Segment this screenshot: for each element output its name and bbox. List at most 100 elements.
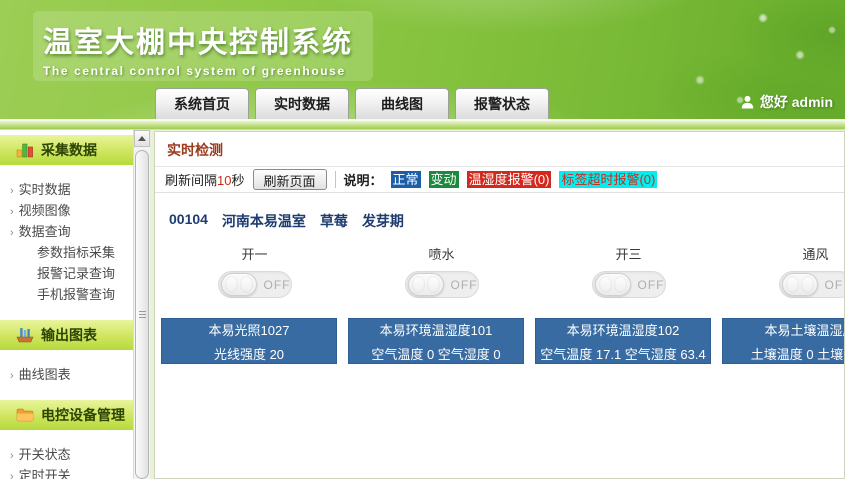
main-nav: 系统首页 实时数据 曲线图 报警状态 <box>155 88 549 119</box>
tab-realtime-data[interactable]: 实时数据 <box>255 88 349 119</box>
bar-chart-3d-icon <box>16 142 34 158</box>
switch-label: 开三 <box>615 244 641 263</box>
switch-label: 通风 <box>802 244 828 263</box>
title-plate: 温室大棚中央控制系统 The central control system of… <box>33 11 373 81</box>
app-title: 温室大棚中央控制系统 <box>43 19 359 61</box>
sensor-card-reading: 空气温度 0 空气湿度 0 <box>371 344 500 363</box>
tab-alarm-status[interactable]: 报警状态 <box>455 88 549 119</box>
toggle-state-label: OFF <box>638 278 665 292</box>
sidebar-item-phone-alarm-query[interactable]: 手机报警查询 <box>0 284 133 305</box>
sidebar-items-output: ›曲线图表 <box>0 352 133 389</box>
main-content-area: 实时检测 刷新间隔10秒 刷新页面 说明： 正常 变动 温湿度报警(0) 标签超… <box>150 130 845 479</box>
refresh-interval-prefix: 刷新间隔 <box>165 173 217 188</box>
legend-label: 说明： <box>344 170 383 189</box>
header-divider-bar <box>0 121 845 130</box>
legend-tag-timeout-alarm: 标签超时报警(0) <box>559 171 657 188</box>
scrollbar-thumb[interactable] <box>135 150 149 479</box>
page-body: 采集数据 ›实时数据 ›视频图像 ›数据查询 参数指标采集 报警记录查询 手机报… <box>0 130 845 479</box>
refresh-page-button[interactable]: 刷新页面 <box>253 169 327 190</box>
sidebar-section-device-management[interactable]: 电控设备管理 <box>0 399 133 432</box>
tab-curve-chart[interactable]: 曲线图 <box>355 88 449 119</box>
sidebar-section-title: 输出图表 <box>41 325 97 345</box>
toggle-switch-spray[interactable]: OFF <box>405 271 479 298</box>
sidebar-item-label: 曲线图表 <box>19 367 71 382</box>
folder-icon <box>16 407 34 423</box>
sensor-card-env-102: 本易环境温湿度102 空气温度 17.1 空气湿度 63.4 <box>535 318 711 364</box>
chevron-right-icon: › <box>10 471 14 479</box>
toggle-switch-open3[interactable]: OFF <box>592 271 666 298</box>
sidebar-items-device: › 开关状态 › 定时开关 <box>0 432 133 479</box>
refresh-interval-suffix: 秒 <box>231 173 244 188</box>
sidebar-item-label: 开关状态 <box>19 447 71 462</box>
sidebar-scrollbar[interactable] <box>133 130 150 479</box>
sensor-card-reading: 光线强度 20 <box>214 344 284 363</box>
sensor-card-soil: 本易土壤温湿度 土壤温度 0 土壤湿度 <box>722 318 845 364</box>
chevron-right-icon: › <box>10 227 14 239</box>
toggle-switch-ventilation[interactable]: OFF <box>779 271 845 298</box>
sidebar-item-label: 数据查询 <box>19 224 71 239</box>
sidebar-section-collect-data[interactable]: 采集数据 <box>0 134 133 167</box>
page-title: 实时检测 <box>167 142 223 158</box>
sensor-card-reading: 土壤温度 0 土壤湿度 <box>751 344 845 363</box>
switch-row: 开一 OFF 喷水 OFF 开三 <box>155 244 844 298</box>
toggle-state-label: OFF <box>264 278 291 292</box>
toolbar-divider <box>335 171 336 188</box>
toggle-state-label: OFF <box>825 278 845 292</box>
sensor-card-title: 本易环境温湿度102 <box>567 320 680 339</box>
sensor-card-title: 本易环境温湿度101 <box>380 320 493 339</box>
greenhouse-stage: 发芽期 <box>362 211 404 231</box>
sidebar: 采集数据 ›实时数据 ›视频图像 ›数据查询 参数指标采集 报警记录查询 手机报… <box>0 130 133 479</box>
switch-column-open3: 开三 OFF <box>535 244 722 298</box>
chevron-right-icon: › <box>10 450 14 462</box>
greenhouse-name: 河南本易温室 <box>222 211 306 231</box>
sidebar-item-label: 参数指标采集 <box>37 245 115 260</box>
main-panel: 实时检测 刷新间隔10秒 刷新页面 说明： 正常 变动 温湿度报警(0) 标签超… <box>154 131 845 479</box>
refresh-interval-text: 刷新间隔10秒 <box>165 170 245 189</box>
page-title-row: 实时检测 <box>155 132 844 167</box>
sidebar-item-param-collect[interactable]: 参数指标采集 <box>0 242 133 263</box>
toolbar: 刷新间隔10秒 刷新页面 说明： 正常 变动 温湿度报警(0) 标签超时报警(0… <box>155 167 844 193</box>
sidebar-item-alarm-record-query[interactable]: 报警记录查询 <box>0 263 133 284</box>
sidebar-item-label: 实时数据 <box>19 182 71 197</box>
switch-label: 开一 <box>241 244 267 263</box>
up-arrow-icon <box>138 136 146 141</box>
sidebar-item-realtime-data[interactable]: ›实时数据 <box>0 179 133 200</box>
toggle-switch-open1[interactable]: OFF <box>218 271 292 298</box>
greenhouse-id: 00104 <box>169 211 208 231</box>
toggle-knob[interactable] <box>408 273 444 296</box>
sidebar-item-label: 视频图像 <box>19 203 71 218</box>
sidebar-item-video-image[interactable]: › 视频图像 <box>0 200 133 221</box>
sensor-card-title: 本易光照1027 <box>209 320 290 339</box>
greenhouse-crop: 草莓 <box>320 211 348 231</box>
switch-column-open1: 开一 OFF <box>161 244 348 298</box>
app-header: 温室大棚中央控制系统 The central control system of… <box>0 0 845 121</box>
toggle-knob[interactable] <box>595 273 631 296</box>
refresh-interval-value: 10 <box>217 173 231 188</box>
sidebar-item-timer-switch[interactable]: › 定时开关 <box>0 465 133 479</box>
sensor-card-env-101: 本易环境温湿度101 空气温度 0 空气湿度 0 <box>348 318 524 364</box>
user-icon <box>741 95 754 109</box>
sidebar-items-collect: ›实时数据 › 视频图像 › 数据查询 参数指标采集 报警记录查询 手机报警查询 <box>0 167 133 309</box>
sidebar-item-label: 手机报警查询 <box>37 287 115 302</box>
sidebar-section-title: 采集数据 <box>41 140 97 160</box>
legend-tag-temp-humidity-alarm: 温湿度报警(0) <box>467 171 552 188</box>
sidebar-item-label: 定时开关 <box>19 468 71 479</box>
tab-system-home[interactable]: 系统首页 <box>155 88 249 119</box>
sidebar-item-switch-status[interactable]: › 开关状态 <box>0 444 133 465</box>
chart-output-icon <box>16 327 34 343</box>
sidebar-item-curve-charts[interactable]: ›曲线图表 <box>0 364 133 385</box>
sensor-card-reading: 空气温度 17.1 空气湿度 63.4 <box>540 344 705 363</box>
toggle-state-label: OFF <box>451 278 478 292</box>
sensor-card-row: 本易光照1027 光线强度 20 本易环境温湿度101 空气温度 0 空气湿度 … <box>155 318 845 364</box>
sidebar-section-title: 电控设备管理 <box>41 405 125 425</box>
sidebar-item-label: 报警记录查询 <box>37 266 115 281</box>
sidebar-item-data-query[interactable]: › 数据查询 <box>0 221 133 242</box>
toggle-knob[interactable] <box>782 273 818 296</box>
chevron-right-icon: › <box>10 206 14 218</box>
switch-label: 喷水 <box>428 244 454 263</box>
scrollbar-up-button[interactable] <box>134 130 150 147</box>
switch-column-ventilation: 通风 OFF <box>722 244 845 298</box>
legend-tag-change: 变动 <box>429 171 459 188</box>
sidebar-section-output-charts[interactable]: 输出图表 <box>0 319 133 352</box>
toggle-knob[interactable] <box>221 273 257 296</box>
